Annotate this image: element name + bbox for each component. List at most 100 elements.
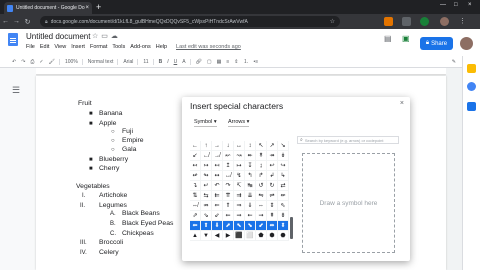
symbol-cell[interactable]: ⇙ [212,211,223,221]
star-icon[interactable]: ☆ [92,33,101,40]
list-item[interactable]: Vegetables [76,183,110,190]
list-item[interactable]: Banana [99,110,122,117]
symbol-cell[interactable]: ↻ [267,181,278,191]
symbol-cell[interactable]: ⬢ [267,231,278,241]
minimize-icon[interactable]: — [440,2,446,8]
list-item[interactable]: Apple [99,120,116,127]
list-item[interactable]: Chickpeas [122,230,154,237]
symbol-cell[interactable]: ⬌ [267,221,278,231]
line-spacing-icon[interactable]: ⇕ [234,59,238,65]
move-folder-icon[interactable]: ▭ [101,33,111,40]
paint-format-icon[interactable]: 🖌︎ [49,58,60,65]
symbol-cell[interactable]: ⇔ [256,201,267,211]
menu-addons[interactable]: Add-ons [130,44,151,50]
list-item[interactable]: Artichoke [99,192,127,199]
symbol-cell[interactable]: ⇖ [278,201,289,211]
menu-format[interactable]: Format [90,44,107,50]
profile-avatar-icon[interactable] [440,17,449,26]
symbol-cell[interactable]: ↙ [190,151,201,161]
symbol-cell[interactable]: ↟ [256,151,267,161]
menu-file[interactable]: File [26,44,35,50]
present-icon[interactable]: ▣ [402,34,410,43]
symbol-cell[interactable]: ↔ [234,141,245,151]
symbol-cell[interactable]: ↱ [256,171,267,181]
list-item[interactable]: Fruit [78,100,92,107]
symbol-cell[interactable]: ⇑ [223,201,234,211]
ruler[interactable] [36,68,446,75]
numbered-list-icon[interactable]: ⒈ [244,58,249,65]
list-item[interactable]: Cherry [99,165,119,172]
symbol-cell[interactable]: ⇞ [267,211,278,221]
extension-icon[interactable] [420,17,429,26]
browser-menu-icon[interactable]: ⋮ [458,17,467,26]
symbol-cell[interactable]: ⬟ [256,231,267,241]
symbol-cell[interactable]: ↪ [278,161,289,171]
forward-icon[interactable]: → [11,18,22,25]
draw-symbol-area[interactable]: Draw a symbol here [302,153,395,253]
symbol-cell[interactable]: ↧ [245,161,256,171]
symbol-cell[interactable]: ← [190,141,201,151]
symbol-cell[interactable]: ⇋ [256,191,267,201]
symbol-cell[interactable]: ↑ [201,141,212,151]
reload-icon[interactable]: ↻ [22,18,33,26]
symbol-cell[interactable]: ▲ [190,231,201,241]
symbol-cell[interactable]: ⇛ [234,211,245,221]
docs-logo-icon[interactable] [8,33,18,46]
bookmark-star-icon[interactable]: ☆ [330,18,335,25]
symbol-cell[interactable]: ▶ [223,231,234,241]
text-color-button[interactable]: A [182,58,191,65]
list-item[interactable]: Black Eyed Peas [122,220,173,227]
symbol-cell[interactable]: ⇆ [201,191,212,201]
menu-view[interactable]: View [54,44,66,50]
symbol-cell[interactable]: ⬍ [278,221,289,231]
font-select[interactable]: Arial [123,58,139,65]
symbol-cell[interactable]: ↭ [212,171,223,181]
symbol-cell[interactable]: ↓ [223,141,234,151]
list-item[interactable]: Empire [122,137,144,144]
symbol-cell[interactable]: ⇍ [278,191,289,201]
symbol-cell[interactable]: ↯ [234,171,245,181]
redo-icon[interactable]: ↷ [21,59,25,65]
symbol-cell[interactable]: → [212,141,223,151]
symbol-cell[interactable]: ↚ [201,151,212,161]
symbol-cell[interactable]: ⇒ [234,201,245,211]
address-bar[interactable]: 🔒︎ docs.google.com/document/d/1kLfL8_gul… [40,16,340,27]
symbol-cell[interactable]: ↹ [245,181,256,191]
extension-icon[interactable] [402,17,411,26]
close-icon[interactable]: × [400,100,404,107]
symbol-cell[interactable]: ⬇ [212,221,223,231]
symbol-cell[interactable]: ⇈ [223,191,234,201]
symbol-cell[interactable]: ↡ [278,151,289,161]
symbol-cell[interactable]: ⬣ [278,231,289,241]
symbol-cell[interactable]: ⬆ [201,221,212,231]
symbol-cell[interactable]: ⬜ [245,231,256,241]
symbol-cell[interactable]: ▼ [201,231,212,241]
list-item[interactable]: Legumes [99,202,127,209]
close-window-icon[interactable]: × [468,2,472,8]
symbol-cell[interactable]: ↕ [245,141,256,151]
comment-history-icon[interactable]: ▤ [384,34,392,43]
symbol-cell[interactable]: ⇊ [245,191,256,201]
symbol-cell[interactable]: ↷ [223,181,234,191]
symbol-cell[interactable]: ↩ [267,161,278,171]
symbol-cell[interactable]: ⇝ [256,211,267,221]
symbol-cell[interactable]: ↳ [278,171,289,181]
share-button[interactable]: 🔒︎ Share [420,37,453,50]
style-select[interactable]: Normal text [88,58,119,65]
symbol-cell[interactable]: ⇟ [278,211,289,221]
symbol-cell[interactable]: ⇎ [190,201,201,211]
symbol-cell[interactable]: ↛ [212,151,223,161]
link-icon[interactable]: 🔗︎ [196,59,202,65]
symbol-cell[interactable]: ↮ [223,171,234,181]
editing-mode-icon[interactable]: ✎ [452,59,456,65]
list-item[interactable]: Fuji [122,128,133,135]
browser-tab[interactable]: Untitled document - Google Do... × [4,2,92,14]
symbol-cell[interactable]: ⇌ [267,191,278,201]
symbol-cell[interactable]: ↘ [278,141,289,151]
symbol-cell[interactable]: ⇏ [201,201,212,211]
font-size-select[interactable]: 11 [143,58,154,65]
symbol-cell[interactable]: ⇐ [212,201,223,211]
comment-icon[interactable]: ▢ [207,59,212,65]
symbol-cell[interactable]: ⇉ [234,191,245,201]
symbol-cell[interactable]: ⬉ [234,221,245,231]
